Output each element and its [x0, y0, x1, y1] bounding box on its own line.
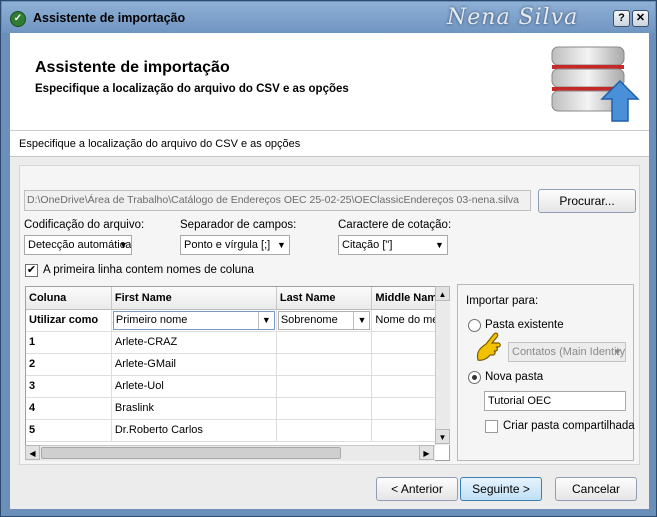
close-button[interactable]: ✕ [632, 10, 649, 27]
scroll-left-icon[interactable]: ◀ [25, 445, 40, 460]
horizontal-scroll-thumb[interactable] [41, 447, 341, 459]
table-cell: Braslink [111, 397, 277, 420]
field-mapping-grid: Coluna First Name Last Name Middle Name … [25, 286, 450, 461]
separator-select[interactable]: Ponto e vírgula [;] ▼ [180, 235, 290, 255]
table-row: 1 Arlete-CRAZ [26, 331, 449, 354]
quote-label: Caractere de cotação: [338, 219, 452, 231]
first-row-headers-checkbox[interactable]: ✔ [25, 264, 38, 277]
scroll-down-icon[interactable]: ▼ [435, 429, 450, 444]
section-label: Especifique a localização do arquivo do … [19, 138, 301, 150]
scroll-up-icon[interactable]: ▲ [435, 286, 450, 301]
table-row: 2 Arlete-GMail [26, 353, 449, 376]
table-cell: Dr.Roberto Carlos [111, 419, 277, 442]
new-folder-label: Nova pasta [485, 371, 544, 383]
quote-select[interactable]: Citação ["] ▼ [338, 235, 448, 255]
browse-button[interactable]: Procurar... [538, 189, 636, 213]
database-import-icon [551, 46, 640, 122]
table-cell: Arlete-CRAZ [111, 331, 277, 354]
shared-folder-checkbox[interactable] [485, 420, 498, 433]
quote-value: Citação ["] [342, 239, 393, 251]
watermark-signature: Nena Silva [447, 5, 579, 30]
encoding-label: Codificação do arquivo: [24, 219, 145, 231]
chevron-down-icon: ▼ [613, 347, 622, 357]
new-folder-name-input[interactable]: Tutorial OEC [484, 391, 626, 411]
existing-folder-select[interactable]: Contatos (Main Identity) ▼ [508, 342, 626, 362]
row-number: 1 [26, 331, 112, 354]
existing-folder-value: Contatos (Main Identity) [512, 346, 626, 358]
table-row: 5 Dr.Roberto Carlos [26, 419, 449, 442]
grid-vertical-scrollbar[interactable]: ▲ ▼ [435, 286, 450, 445]
wizard-client-area: Assistente de importação Especifique a l… [10, 33, 649, 509]
row-number: 2 [26, 353, 112, 376]
use-as-label: Utilizar como [26, 309, 112, 332]
back-button[interactable]: < Anterior [376, 477, 458, 501]
grid-horizontal-scrollbar[interactable]: ◀ ▶ [25, 445, 435, 461]
encoding-select[interactable]: Detecção automática ▼ [24, 235, 132, 255]
first-row-headers-label: A primeira linha contem nomes de coluna [43, 264, 254, 276]
section-bar: Especifique a localização do arquivo do … [10, 131, 649, 157]
window-title: Assistente de importação [33, 11, 186, 25]
new-folder-radio[interactable] [468, 371, 481, 384]
import-to-panel: Importar para: Pasta existente Contatos … [457, 284, 635, 461]
mapping-value: Sobrenome [280, 313, 338, 326]
import-to-label: Importar para: [466, 295, 539, 307]
column-header[interactable]: First Name [111, 287, 277, 310]
table-cell: Arlete-GMail [111, 353, 277, 376]
column-header: Coluna [26, 287, 112, 310]
chevron-down-icon: ▼ [353, 311, 369, 329]
app-icon: ✓ [10, 11, 26, 27]
first-name-mapping-select[interactable]: Primeiro nome ▼ [112, 310, 275, 330]
shared-folder-label: Criar pasta compartilhada [503, 420, 635, 432]
row-number: 5 [26, 419, 112, 442]
column-header[interactable]: Last Name [276, 287, 373, 310]
pointing-hand-icon [476, 332, 501, 361]
cancel-button[interactable]: Cancelar [555, 477, 637, 501]
separator-label: Separador de campos: [180, 219, 297, 231]
table-cell: Arlete-Uol [111, 375, 277, 398]
next-button[interactable]: Seguinte > [460, 477, 542, 501]
scroll-right-icon[interactable]: ▶ [419, 445, 434, 460]
csv-path-field[interactable]: D:\OneDrive\Área de Trabalho\Catálogo de… [24, 190, 531, 211]
use-as-row: Utilizar como Primeiro nome ▼ Sobrenome … [26, 309, 449, 332]
table-row: 3 Arlete-Uol [26, 375, 449, 398]
chevron-down-icon: ▼ [277, 240, 286, 250]
row-number: 4 [26, 397, 112, 420]
row-number: 3 [26, 375, 112, 398]
chevron-down-icon: ▼ [257, 311, 274, 329]
last-name-mapping-select[interactable]: Sobrenome ▼ [277, 310, 371, 330]
wizard-header: Assistente de importação Especifique a l… [10, 33, 649, 131]
title-bar: ✓ Assistente de importação Nena Silva ? … [2, 2, 655, 33]
chevron-down-icon: ▼ [119, 240, 128, 250]
table-row: 4 Braslink [26, 397, 449, 420]
import-wizard-window: ✓ Assistente de importação Nena Silva ? … [0, 0, 657, 517]
grid-header-row: Coluna First Name Last Name Middle Name [26, 287, 449, 310]
chevron-down-icon: ▼ [435, 240, 444, 250]
separator-value: Ponto e vírgula [;] [184, 239, 271, 251]
header-title: Assistente de importação [35, 59, 230, 76]
header-subtitle: Especifique a localização do arquivo do … [35, 83, 349, 95]
mapping-value: Primeiro nome [115, 313, 188, 326]
help-button[interactable]: ? [613, 10, 630, 27]
